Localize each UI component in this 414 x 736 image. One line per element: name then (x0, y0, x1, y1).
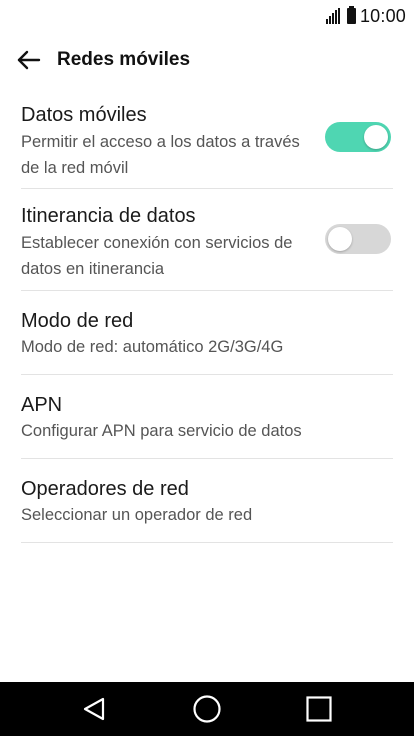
setting-summary: Configurar APN para servicio de datos (21, 422, 302, 440)
setting-apn[interactable]: APN Configurar APN para servicio de dato… (21, 375, 393, 459)
setting-text: Itinerancia de datos Establecer conexión… (21, 189, 311, 282)
setting-title: Itinerancia de datos (21, 205, 196, 227)
setting-summary: Seleccionar un operador de red (21, 506, 253, 524)
square-recents-icon (306, 696, 332, 722)
nav-recents-button[interactable] (304, 694, 334, 724)
arrow-left-icon (17, 50, 41, 70)
back-button[interactable] (14, 45, 44, 75)
setting-title: APN (21, 394, 63, 416)
setting-mobile-data[interactable]: Datos móviles Permitir el acceso a los d… (21, 88, 393, 189)
app-bar: Redes móviles (0, 32, 414, 88)
settings-list: Datos móviles Permitir el acceso a los d… (21, 88, 393, 543)
setting-network-operators[interactable]: Operadores de red Seleccionar un operado… (21, 459, 393, 543)
setting-text: APN Configurar APN para servicio de dato… (21, 375, 393, 444)
toggle-knob (364, 125, 388, 149)
setting-network-mode[interactable]: Modo de red Modo de red: automático 2G/3… (21, 291, 393, 375)
status-time: 10:00 (359, 5, 406, 26)
setting-text: Datos móviles Permitir el acceso a los d… (21, 88, 311, 181)
setting-title: Modo de red (21, 310, 134, 332)
setting-text: Modo de red Modo de red: automático 2G/3… (21, 291, 393, 360)
setting-summary: Establecer conexión con servicios de dat… (21, 234, 293, 278)
page-title: Redes móviles (57, 49, 191, 70)
navigation-bar (0, 682, 414, 736)
setting-title: Operadores de red (21, 478, 189, 500)
mobile-data-toggle[interactable] (325, 122, 391, 152)
setting-text: Operadores de red Seleccionar un operado… (21, 459, 393, 528)
setting-data-roaming[interactable]: Itinerancia de datos Establecer conexión… (21, 189, 393, 291)
data-roaming-toggle[interactable] (325, 224, 391, 254)
triangle-back-icon (83, 697, 105, 721)
setting-title: Datos móviles (21, 104, 147, 126)
signal-bars-icon (325, 8, 341, 24)
nav-home-button[interactable] (192, 694, 222, 724)
status-bar: 10:00 (0, 0, 414, 32)
nav-back-button[interactable] (79, 694, 109, 724)
toggle-knob (328, 227, 352, 251)
battery-icon (346, 6, 356, 24)
setting-summary: Permitir el acceso a los datos a través … (21, 133, 300, 177)
circle-home-icon (193, 695, 221, 723)
setting-summary: Modo de red: automático 2G/3G/4G (21, 338, 284, 356)
status-icons: 10:00 (325, 5, 406, 26)
